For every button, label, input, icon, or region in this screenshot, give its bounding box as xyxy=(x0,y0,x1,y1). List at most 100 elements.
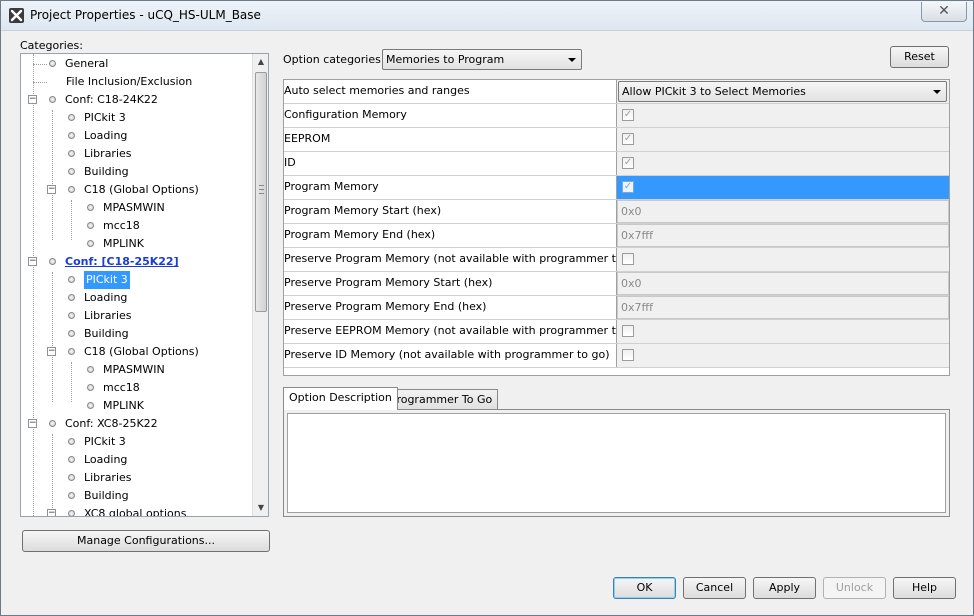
tree-item-file-inclusion[interactable]: File Inclusion/Exclusion xyxy=(33,73,192,91)
option-row[interactable]: EEPROM xyxy=(284,128,949,152)
title-bar[interactable]: Project Properties - uCQ_HS-ULM_Base ✕ xyxy=(1,1,973,31)
tree-item-libraries[interactable]: Libraries xyxy=(52,469,132,487)
tree-item-label: Conf: C18-24K22 xyxy=(65,93,158,106)
option-row[interactable]: Configuration Memory xyxy=(284,104,949,128)
collapse-icon[interactable]: − xyxy=(47,346,56,356)
tree-item-loading[interactable]: Loading xyxy=(52,127,127,145)
tree-item-mplink[interactable]: MPLINK xyxy=(71,397,144,415)
tree-item-c18-global[interactable]: − C18 (Global Options) xyxy=(47,181,199,199)
preserve-program-memory-start-field[interactable]: 0x0 xyxy=(617,272,949,295)
option-name: Program Memory xyxy=(284,176,617,199)
option-value[interactable]: Allow PICkit 3 to Select Memories xyxy=(617,80,949,103)
option-row[interactable]: Auto select memories and ranges Allow PI… xyxy=(284,80,949,104)
node-bullet-icon xyxy=(49,257,56,265)
tree-item-building[interactable]: Building xyxy=(52,325,129,343)
option-categories-label: Option categories: xyxy=(283,53,385,66)
option-value[interactable] xyxy=(617,152,949,175)
option-row[interactable]: Preserve Program Memory (not available w… xyxy=(284,248,949,272)
collapse-icon[interactable]: − xyxy=(28,256,37,266)
collapse-icon[interactable]: − xyxy=(28,94,37,104)
scroll-up-arrow-icon[interactable]: ▲ xyxy=(253,54,268,70)
scroll-down-arrow-icon[interactable]: ▼ xyxy=(253,500,268,516)
option-description-area xyxy=(287,413,946,513)
unlock-button[interactable]: Unlock xyxy=(823,577,886,599)
tree-item-label: Building xyxy=(84,327,129,340)
cancel-button[interactable]: Cancel xyxy=(683,577,746,599)
eeprom-checkbox[interactable] xyxy=(622,133,634,145)
ok-button[interactable]: OK xyxy=(613,577,676,599)
tree-scrollbar[interactable]: ▲ ▼ xyxy=(252,54,268,516)
node-bullet-icon xyxy=(87,365,94,373)
manage-configurations-button[interactable]: Manage Configurations... xyxy=(22,530,270,552)
option-value[interactable] xyxy=(617,248,949,271)
node-bullet-icon xyxy=(68,149,75,157)
option-value[interactable] xyxy=(617,320,949,343)
option-row[interactable]: Program Memory Start (hex) 0x0 xyxy=(284,200,949,224)
option-value[interactable] xyxy=(617,176,949,199)
mplab-x-icon xyxy=(9,8,24,23)
options-grid: Auto select memories and ranges Allow PI… xyxy=(283,79,950,376)
node-bullet-icon xyxy=(68,347,75,355)
tab-programmer-to-go[interactable]: Programmer To Go xyxy=(384,389,499,410)
tree-item-conf-c18-25k22[interactable]: − Conf: [C18-25K22] xyxy=(28,253,179,271)
option-value[interactable] xyxy=(617,104,949,127)
tree-item-conf-c18-24k22[interactable]: − Conf: C18-24K22 xyxy=(28,91,158,109)
expand-icon[interactable]: − xyxy=(47,508,56,516)
tree-item-mcc18[interactable]: mcc18 xyxy=(71,379,140,397)
tree-item-building[interactable]: Building xyxy=(52,487,129,505)
option-name: Preserve EEPROM Memory (not available wi… xyxy=(284,320,617,343)
preserve-id-memory-checkbox[interactable] xyxy=(622,349,634,361)
program-memory-start-field[interactable]: 0x0 xyxy=(617,200,949,223)
tree-item-c18-global[interactable]: − C18 (Global Options) xyxy=(47,343,199,361)
tree-item-label: Conf: [C18-25K22] xyxy=(65,255,179,268)
option-row[interactable]: Preserve Program Memory Start (hex) 0x0 xyxy=(284,272,949,296)
tree-item-mplink[interactable]: MPLINK xyxy=(71,235,144,253)
option-row-selected[interactable]: Program Memory xyxy=(284,176,949,200)
node-bullet-icon xyxy=(68,131,75,139)
program-memory-checkbox[interactable] xyxy=(622,181,634,193)
auto-select-dropdown[interactable]: Allow PICkit 3 to Select Memories xyxy=(618,81,947,102)
tree-item-general[interactable]: General xyxy=(33,55,108,73)
node-bullet-icon xyxy=(68,167,75,175)
preserve-eeprom-checkbox[interactable] xyxy=(622,325,634,337)
option-row[interactable]: ID xyxy=(284,152,949,176)
option-row[interactable]: Program Memory End (hex) 0x7fff xyxy=(284,224,949,248)
tree-item-xc8-global[interactable]: − XC8 global options xyxy=(47,505,186,516)
preserve-program-memory-checkbox[interactable] xyxy=(622,253,634,265)
tree-item-loading[interactable]: Loading xyxy=(52,451,127,469)
tree-item-building[interactable]: Building xyxy=(52,163,129,181)
option-row[interactable]: Preserve EEPROM Memory (not available wi… xyxy=(284,320,949,344)
tree-item-libraries[interactable]: Libraries xyxy=(52,307,132,325)
tree-item-mpasmwin[interactable]: MPASMWIN xyxy=(71,361,165,379)
collapse-icon[interactable]: − xyxy=(47,184,56,194)
option-name: Preserve ID Memory (not available with p… xyxy=(284,344,617,367)
option-row[interactable]: Preserve ID Memory (not available with p… xyxy=(284,344,949,368)
id-checkbox[interactable] xyxy=(622,157,634,169)
scroll-thumb[interactable] xyxy=(255,72,267,312)
tree-item-conf-xc8-25k22[interactable]: − Conf: XC8-25K22 xyxy=(28,415,158,433)
tree-item-label: MPLINK xyxy=(103,399,144,412)
option-categories-select[interactable]: Memories to Program xyxy=(382,49,582,70)
categories-tree[interactable]: General File Inclusion/Exclusion − Conf: … xyxy=(20,53,269,517)
program-memory-end-field[interactable]: 0x7fff xyxy=(617,224,949,247)
tree-item-pickit3[interactable]: PICkit 3 xyxy=(52,109,126,127)
collapse-icon[interactable]: − xyxy=(28,418,37,428)
tree-item-loading[interactable]: Loading xyxy=(52,289,127,307)
tree-item-mpasmwin[interactable]: MPASMWIN xyxy=(71,199,165,217)
configuration-memory-checkbox[interactable] xyxy=(622,109,634,121)
close-button[interactable]: ✕ xyxy=(921,2,967,22)
tab-option-description[interactable]: Option Description xyxy=(283,387,398,410)
tree-item-libraries[interactable]: Libraries xyxy=(52,145,132,163)
reset-button[interactable]: Reset xyxy=(890,46,949,68)
option-row[interactable]: Preserve Program Memory End (hex) 0x7fff xyxy=(284,296,949,320)
tree-item-pickit3-selected[interactable]: PICkit 3 xyxy=(52,271,130,289)
tree-item-mcc18[interactable]: mcc18 xyxy=(71,217,140,235)
apply-button[interactable]: Apply xyxy=(753,577,816,599)
help-button[interactable]: Help xyxy=(893,577,956,599)
preserve-program-memory-end-field[interactable]: 0x7fff xyxy=(617,296,949,319)
option-value[interactable] xyxy=(617,344,949,367)
tree-item-label: C18 (Global Options) xyxy=(84,183,199,196)
node-bullet-icon xyxy=(68,275,75,283)
tree-item-pickit3[interactable]: PICkit 3 xyxy=(52,433,126,451)
option-value[interactable] xyxy=(617,128,949,151)
